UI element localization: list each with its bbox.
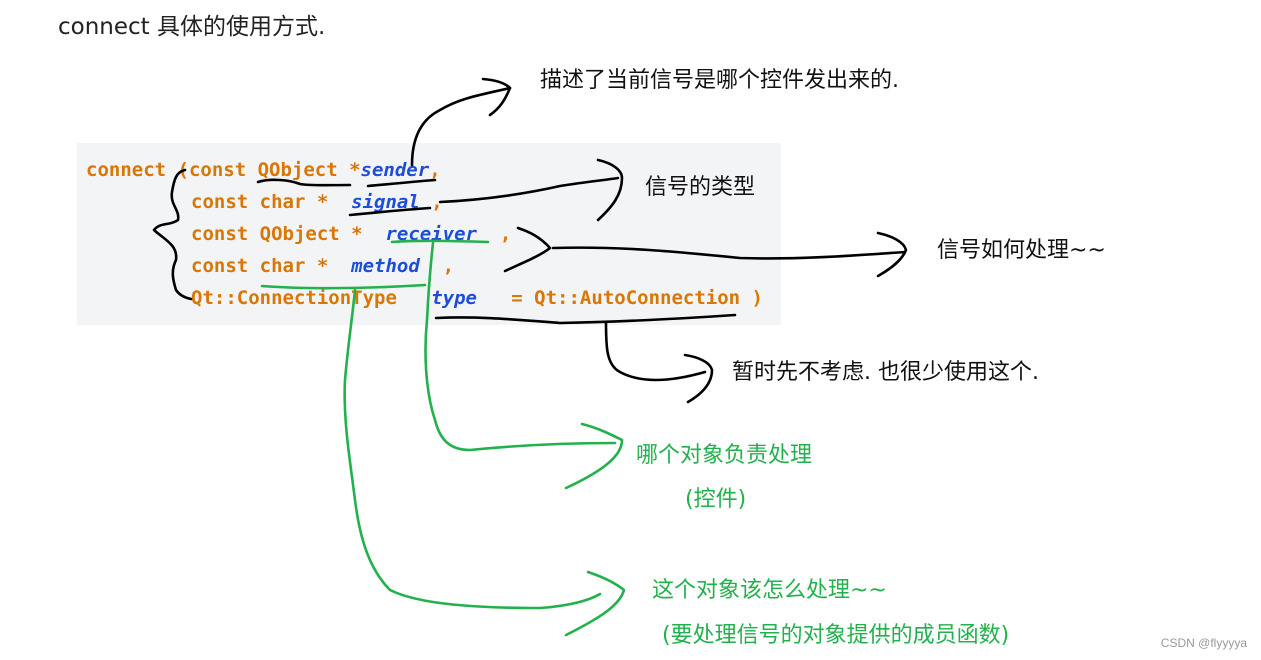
code-text: const char * <box>191 255 352 277</box>
code-text: const QObject * <box>191 223 386 245</box>
code-text: = Qt::AutoConnection ) <box>476 287 763 309</box>
annotation-method-line2: (要处理信号的对象提供的成员函数) <box>662 623 1010 648</box>
code-text: connect (const QObject * <box>86 159 361 181</box>
code-line-signal: const char * signal , <box>191 186 443 218</box>
annotation-sender: 描述了当前信号是哪个控件发出来的. <box>540 68 899 93</box>
annotation-type: 暂时先不考虑. 也很少使用这个. <box>732 360 1039 385</box>
code-text: , <box>476 223 512 245</box>
code-text: , <box>429 159 441 181</box>
arrowhead-receiver <box>564 422 624 490</box>
param-receiver: receiver <box>385 223 477 245</box>
param-sender: sender <box>360 159 430 181</box>
param-signal: signal <box>351 191 420 213</box>
code-text: Qt::ConnectionType <box>191 287 432 309</box>
arrowhead-sender <box>481 77 512 117</box>
page-heading: connect 具体的使用方式. <box>58 14 326 40</box>
annotation-method-line1: 这个对象该怎么处理~~ <box>652 578 887 603</box>
param-type: type <box>431 287 477 309</box>
annotation-receiver-line1: 哪个对象负责处理 <box>636 443 813 468</box>
watermark: CSDN @flyyyya <box>1160 636 1247 650</box>
arrow-method-green <box>343 288 602 610</box>
code-text: const char * <box>191 191 352 213</box>
param-method: method <box>351 255 420 277</box>
arrowhead-method <box>876 231 908 278</box>
annotation-receiver-line2: (控件) <box>685 487 747 512</box>
code-text: , <box>419 255 455 277</box>
handwritten-annotations <box>152 77 908 637</box>
code-line-receiver: const QObject * receiver , <box>191 218 511 250</box>
arrow-type <box>604 320 707 382</box>
arrowhead-type <box>683 353 714 404</box>
arrowhead-method-green <box>564 570 626 637</box>
code-line-sender: connect (const QObject *sender, <box>86 154 441 186</box>
annotation-signal: 信号的类型 <box>645 175 756 200</box>
code-line-method: const char * method , <box>191 250 454 282</box>
annotation-method-black: 信号如何处理~~ <box>937 238 1106 263</box>
code-text: , <box>419 191 443 213</box>
code-line-type: Qt::ConnectionType type = Qt::AutoConnec… <box>191 282 763 314</box>
